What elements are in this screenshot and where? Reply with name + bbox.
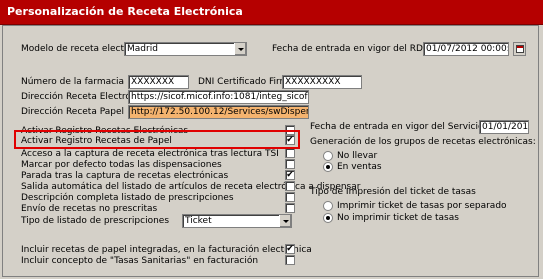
option-label-descripcion-completa: Descripción completa listado de prescrip…	[21, 193, 234, 203]
listado-select-value: Ticket	[185, 216, 212, 226]
option-label-incluir-papel: Incluir recetas de papel integradas, en …	[21, 245, 312, 255]
listado-select[interactable]: Ticket	[182, 214, 292, 228]
modelo-select-value: Madrid	[127, 44, 158, 54]
dir-papel-field[interactable]: http://172.50.100.12/Services/swDispensa…	[128, 105, 309, 119]
radio-label-no-llevar: No llevar	[337, 151, 378, 161]
num-farmacia-field[interactable]: XXXXXXX	[128, 75, 189, 89]
dir-electronica-field[interactable]: https://sicof.micof.info:1081/integ_sico…	[128, 90, 309, 104]
listado-label: Tipo de listado de prescripciones	[21, 216, 170, 226]
radio-label-en-ventas: En ventas	[337, 162, 382, 172]
calendar-icon	[516, 45, 524, 53]
option-label-acceso-captura: Acceso a la captura de receta electrónic…	[21, 149, 279, 159]
checkbox-salida-automatica[interactable]	[285, 181, 295, 191]
highlight-box	[14, 130, 300, 149]
radio-imprimir-separado[interactable]	[323, 201, 333, 211]
checkbox-marcar-defecto[interactable]	[285, 159, 295, 169]
modelo-select[interactable]: Madrid	[124, 42, 247, 56]
dir-papel-label: Dirección Receta Papel	[21, 107, 125, 117]
checkbox-parada-captura[interactable]: ✔	[285, 170, 295, 180]
option-label-marcar-defecto: Marcar por defecto todas las dispensacio…	[21, 160, 222, 170]
calendar-button[interactable]	[513, 42, 526, 56]
chevron-down-icon[interactable]	[234, 43, 246, 55]
impresion-label: Tipo de Impresión del ticket de tasas	[310, 187, 476, 197]
checkbox-descripcion-completa[interactable]	[285, 192, 295, 202]
checkbox-envio-no-prescritas[interactable]	[285, 203, 295, 213]
chevron-down-icon[interactable]	[279, 215, 291, 227]
checkbox-tasas-sanitarias[interactable]	[285, 255, 295, 265]
radio-label-no-imprimir: No imprimir ticket de tasas	[337, 213, 459, 223]
radio-en-ventas[interactable]	[323, 162, 333, 172]
checkbox-incluir-papel[interactable]: ✔	[285, 244, 295, 254]
generacion-label: Generación de los grupos de recetas elec…	[310, 137, 536, 147]
checkbox-acceso-captura[interactable]	[285, 148, 295, 158]
fecha-tasas-field[interactable]: 01/01/2013	[479, 120, 529, 134]
radio-label-imprimir-separado: Imprimir ticket de tasas por separado	[337, 201, 507, 211]
dni-label: DNI Certificado Firma	[198, 77, 294, 87]
dni-field[interactable]: XXXXXXXXX	[282, 75, 362, 89]
window-title: Personalización de Receta Electrónica	[7, 5, 243, 18]
option-label-envio-no-prescritas: Envío de recetas no prescritas	[21, 204, 158, 214]
num-farmacia-label: Número de la farmacia	[21, 77, 125, 87]
radio-no-imprimir[interactable]	[323, 213, 333, 223]
radio-no-llevar[interactable]	[323, 151, 333, 161]
option-label-parada-captura: Parada tras la captura de recetas electr…	[21, 171, 229, 181]
option-label-tasas-sanitarias: Incluir concepto de "Tasas Sanitarias" e…	[21, 256, 259, 266]
title-bar: Personalización de Receta Electrónica	[0, 0, 543, 25]
fecha-rd-field[interactable]: 01/07/2012 00:00:00	[423, 42, 509, 56]
